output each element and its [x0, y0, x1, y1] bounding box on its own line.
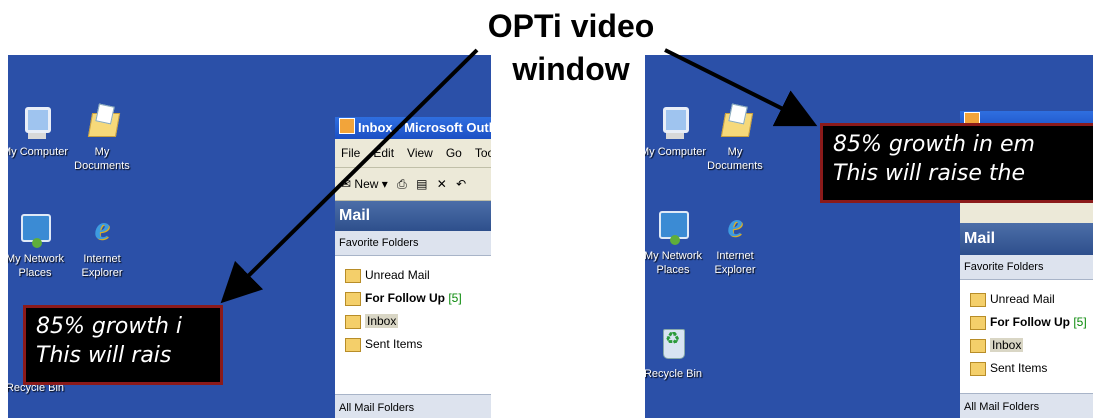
annotation-arrows: [220, 48, 818, 304]
arrow-to-right-caption: [664, 48, 818, 127]
arrow-to-left-caption: [220, 48, 479, 304]
